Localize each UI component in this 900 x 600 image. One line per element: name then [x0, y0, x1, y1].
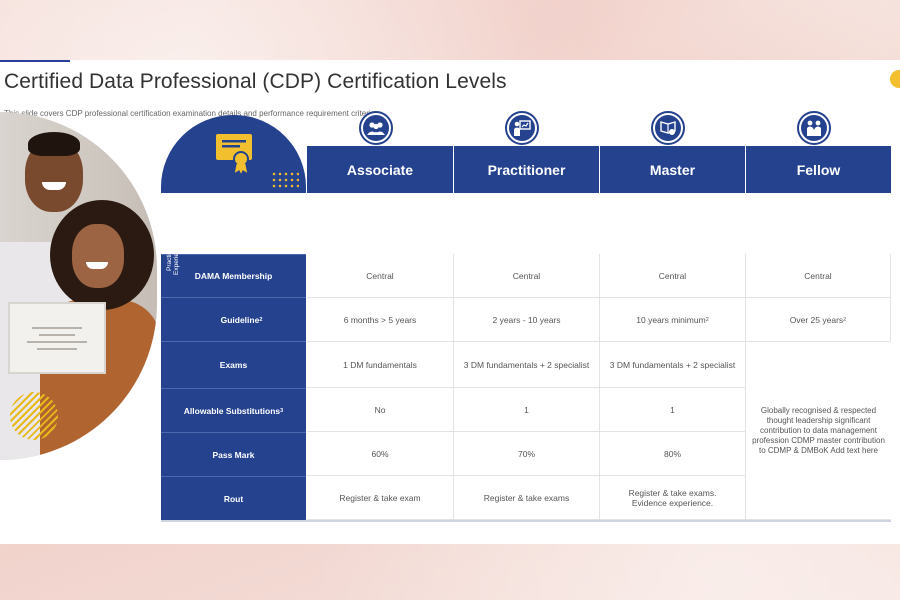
level-header-master: Master — [600, 146, 745, 193]
level-header-fellow: Fellow — [746, 146, 891, 193]
presentation-icon — [505, 111, 539, 145]
team-icon — [359, 111, 393, 145]
book-hand-icon — [651, 111, 685, 145]
table-cell: 1 — [600, 388, 746, 432]
photo-woman-smile — [86, 262, 108, 269]
table-bottom-border — [161, 520, 891, 522]
cell-text: 70% — [517, 448, 535, 459]
accent-dot — [890, 70, 900, 88]
table-cell: 80% — [600, 432, 746, 476]
table-cell: 3 DM fundamentals + 2 specialist — [454, 342, 600, 388]
row-label-sup: 2 — [259, 316, 263, 323]
cell-text: 3 DM fundamentals + 2 specialist — [609, 359, 736, 370]
table-cell: 10 years minimum 2 — [600, 298, 746, 342]
row-label-pass-mark: Pass Mark — [161, 432, 306, 476]
row-label-sup: 3 — [280, 407, 284, 414]
table-cell: 60% — [307, 432, 454, 476]
row-label-exams: Exams — [161, 341, 306, 388]
table-cell: 70% — [454, 432, 600, 476]
table-cell: 6 months > 5 years — [307, 298, 454, 342]
table-cell: Central — [307, 254, 454, 298]
cell-text: No — [374, 404, 386, 415]
row-label-text: Pass Mark — [212, 449, 255, 460]
certificate-line — [27, 340, 87, 343]
level-header-associate: Associate — [307, 146, 453, 193]
row-label-text: Rout — [223, 493, 244, 504]
certificate-line — [32, 326, 82, 329]
row-label-guideline: Guideline 2 — [161, 297, 306, 341]
handshake-icon — [797, 111, 831, 145]
cell-text: 2 years - 10 years — [492, 314, 561, 325]
slide-title: Certified Data Professional (CDP) Certif… — [4, 70, 507, 93]
cell-text: Central — [366, 270, 394, 281]
row-label-rout: Rout — [161, 476, 306, 520]
cell-sup: 2 — [705, 316, 709, 323]
cell-text: 6 months > 5 years — [343, 314, 417, 325]
certificate-line — [39, 333, 75, 336]
level-header-practitioner: Practitioner — [454, 146, 599, 193]
row-label-text: Exams — [219, 360, 248, 370]
row-label-allowable-substitutions: Allowable Substitutions 3 — [161, 388, 306, 432]
table-cell: 1 DM fundamentals — [307, 342, 454, 388]
cell-text: 1 DM fundamentals — [343, 359, 417, 370]
slide-subtitle: This slide covers CDP professional certi… — [4, 109, 376, 118]
row-label-text: Allowable Substitutions — [183, 405, 281, 416]
photo-man-hair — [28, 132, 80, 156]
cell-text: Over 25 years — [789, 314, 844, 325]
table-cell: Register & take exam — [307, 476, 454, 520]
table-cell: Central — [454, 254, 600, 298]
table-cell: 2 years - 10 years — [454, 298, 600, 342]
certificate-line — [37, 347, 77, 350]
yellow-pattern — [10, 392, 58, 440]
certificate-icon — [215, 134, 252, 176]
photo-woman-face — [72, 224, 124, 288]
accent-line — [0, 60, 70, 62]
table-cell: Central — [746, 254, 891, 298]
fellow-merged-text: Globally recognised & respected thought … — [752, 405, 885, 455]
cell-text: 3 DM fundamentals + 2 specialist — [463, 359, 590, 370]
cell-text: 60% — [371, 448, 389, 459]
practical-experience-label: Practical Experience — [166, 242, 180, 276]
table-cell: Register & take exams. Evidence experien… — [600, 476, 746, 520]
cell-sup: 2 — [843, 316, 847, 323]
cell-text: 1 — [524, 404, 529, 415]
cell-text: 1 — [670, 404, 675, 415]
table-cell: No — [307, 388, 454, 432]
cell-text: Central — [512, 270, 541, 281]
table-cell: Central — [600, 254, 746, 298]
cell-text: Central — [804, 270, 832, 281]
photo-certificate — [8, 302, 106, 374]
dots-decoration — [271, 171, 299, 189]
row-label-text: DAMA Membership — [194, 271, 273, 281]
table-cell: Register & take exams — [454, 476, 600, 520]
table-cell: Over 25 years 2 — [746, 298, 891, 342]
cell-text: 10 years minimum — [636, 314, 706, 325]
cell-text: 80% — [663, 448, 681, 459]
cell-text: Register & take exam — [339, 492, 421, 503]
cell-text: Register & take exams. Evidence experien… — [628, 487, 717, 508]
row-label-text: Guideline — [220, 314, 260, 325]
cell-text: Central — [658, 270, 687, 281]
cell-text: Register & take exams — [483, 492, 570, 503]
table-cell: 1 — [454, 388, 600, 432]
fellow-merged-cell: Globally recognised & respected thought … — [746, 342, 891, 520]
table-cell: 3 DM fundamentals + 2 specialist — [600, 342, 746, 388]
